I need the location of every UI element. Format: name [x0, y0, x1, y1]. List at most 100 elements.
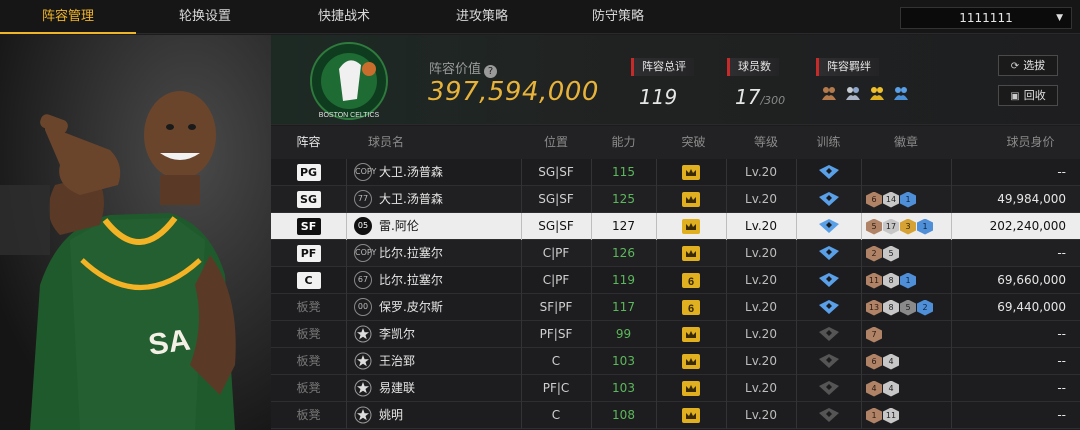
- bond-bronze-icon[interactable]: [820, 84, 838, 102]
- tab-defense[interactable]: 防守策略: [550, 0, 686, 34]
- top-nav: 阵容管理 轮换设置 快捷战术 进攻策略 防守策略 1111111 ▼: [0, 0, 1080, 34]
- column-divider: [861, 321, 862, 348]
- position-slot-badge: SF: [296, 218, 321, 235]
- player-name[interactable]: 雷.阿伦: [379, 213, 419, 240]
- tab-rotation[interactable]: 轮换设置: [136, 0, 274, 34]
- player-name[interactable]: 大卫.汤普森: [379, 159, 443, 186]
- table-row[interactable]: 板凳 00 保罗.皮尔斯 SF|PF 117 6 Lv.20 13 8 5 2 69,440,000: [271, 294, 1080, 321]
- training-icon[interactable]: [796, 240, 861, 267]
- slot-cell[interactable]: SF: [271, 213, 346, 240]
- bond-gold-icon[interactable]: [868, 84, 886, 102]
- bench-slot[interactable]: 板凳: [271, 375, 346, 402]
- position-slot-badge: PF: [296, 245, 321, 262]
- bench-slot[interactable]: 板凳: [271, 402, 346, 429]
- training-icon[interactable]: [796, 294, 861, 321]
- badge-list[interactable]: 6 14 1: [866, 186, 916, 213]
- tab-offense[interactable]: 进攻策略: [414, 0, 550, 34]
- player-level: Lv.20: [745, 273, 777, 287]
- table-row[interactable]: SF 05 雷.阿伦 SG|SF 127 Lv.20 5 17 3 1 202,240,000: [271, 213, 1080, 240]
- badge-list[interactable]: 64: [866, 348, 899, 375]
- lineup-value: 397,594,000: [428, 77, 599, 107]
- badge-hex-icon: 1: [900, 272, 916, 289]
- slot-cell[interactable]: PG: [271, 159, 346, 186]
- chevron-down-icon: ▼: [1056, 13, 1063, 23]
- account-dropdown[interactable]: 1111111 ▼: [900, 7, 1072, 29]
- badge-hex-icon: 4: [883, 353, 899, 370]
- badge-hex-icon: 5: [900, 299, 916, 316]
- training-icon[interactable]: [796, 402, 861, 429]
- table-row[interactable]: 板凳 李凯尔 PF|SF 99 Lv.20 7 --: [271, 321, 1080, 348]
- breakthrough-crown-icon: [656, 321, 726, 348]
- table-row[interactable]: 板凳 王治郅 C 103 Lv.20 6 4 --: [271, 348, 1080, 375]
- header-ability[interactable]: 能力: [591, 126, 656, 159]
- header-price[interactable]: 球员身价: [981, 126, 1080, 159]
- table-row[interactable]: 板凳 姚明 C 108 Lv.20 1 11 --: [271, 402, 1080, 429]
- training-icon[interactable]: [796, 375, 861, 402]
- header-training[interactable]: 训练: [796, 126, 861, 159]
- table-row[interactable]: PF COPY 比尔.拉塞尔 C|PF 126 Lv.20 2 5 --: [271, 240, 1080, 267]
- badge-list[interactable]: 1 11: [866, 402, 899, 429]
- training-icon[interactable]: [796, 186, 861, 213]
- player-price: --: [1057, 165, 1066, 179]
- slot-cell[interactable]: PF: [271, 240, 346, 267]
- player-name[interactable]: 易建联: [379, 375, 415, 402]
- badge-list[interactable]: 5 17 3 1: [866, 213, 933, 240]
- bond-silver-icon[interactable]: [844, 84, 862, 102]
- player-ability: 119: [612, 273, 635, 287]
- badge-list[interactable]: 11 8 1: [866, 267, 916, 294]
- player-name[interactable]: 姚明: [379, 402, 403, 429]
- training-icon[interactable]: [796, 321, 861, 348]
- tab-lineup[interactable]: 阵容管理: [0, 0, 136, 34]
- player-name[interactable]: 比尔.拉塞尔: [379, 240, 443, 267]
- player-position: C: [551, 354, 561, 368]
- player-name[interactable]: 李凯尔: [379, 321, 415, 348]
- badge-list[interactable]: 13 8 5 2: [866, 294, 933, 321]
- slot-cell[interactable]: C: [271, 267, 346, 294]
- player-name[interactable]: 王治郅: [379, 348, 415, 375]
- select-button[interactable]: ⟳ 选拔: [998, 55, 1058, 76]
- player-name[interactable]: 保罗.皮尔斯: [379, 294, 443, 321]
- badge-hex-icon: 8: [883, 299, 899, 316]
- training-icon[interactable]: [796, 348, 861, 375]
- table-row[interactable]: 板凳 易建联 PF|C 103 Lv.20 4 4 --: [271, 375, 1080, 402]
- tab-quick-tactics[interactable]: 快捷战术: [274, 0, 414, 34]
- badge-hex-icon: 8: [883, 272, 899, 289]
- header-slot[interactable]: 阵容: [271, 126, 346, 159]
- bench-slot[interactable]: 板凳: [271, 294, 346, 321]
- column-divider: [861, 375, 862, 402]
- column-divider: [861, 402, 862, 429]
- badge-hex-icon: 5: [883, 245, 899, 262]
- player-name[interactable]: 大卫.汤普森: [379, 186, 443, 213]
- breakthrough-crown-icon: [656, 375, 726, 402]
- badge-hex-icon: 3: [900, 218, 916, 235]
- table-row[interactable]: C 67 比尔.拉塞尔 C|PF 119 6 Lv.20 11 8 1 69,660,000: [271, 267, 1080, 294]
- breakthrough-crown-icon: [656, 213, 726, 240]
- bond-blue-icon[interactable]: [892, 84, 910, 102]
- table-row[interactable]: PG COPY 大卫.汤普森 SG|SF 115 Lv.20 --: [271, 159, 1080, 186]
- jersey-number-badge: COPY: [353, 240, 376, 267]
- badge-hex-icon: 4: [883, 380, 899, 397]
- celtics-logo-icon: BOSTON CELTICS: [310, 42, 388, 120]
- header-position[interactable]: 位置: [521, 126, 591, 159]
- column-divider: [861, 267, 862, 294]
- svg-text:SA: SA: [146, 323, 192, 361]
- header-level[interactable]: 等级: [726, 126, 806, 159]
- header-badges[interactable]: 徽章: [866, 126, 946, 159]
- training-icon[interactable]: [796, 213, 861, 240]
- slot-cell[interactable]: SG: [271, 186, 346, 213]
- badge-list[interactable]: 25: [866, 240, 899, 267]
- player-name[interactable]: 比尔.拉塞尔: [379, 267, 443, 294]
- column-divider: [861, 213, 862, 240]
- breakthrough-crown-icon: [656, 240, 726, 267]
- header-name[interactable]: 球员名: [346, 126, 426, 159]
- bench-slot[interactable]: 板凳: [271, 321, 346, 348]
- table-row[interactable]: SG 77 大卫.汤普森 SG|SF 125 Lv.20 6 14 1 49,984,000: [271, 186, 1080, 213]
- badge-list[interactable]: 7: [866, 321, 882, 348]
- bench-slot[interactable]: 板凳: [271, 348, 346, 375]
- header-breakthrough[interactable]: 突破: [656, 126, 731, 159]
- recycle-button[interactable]: ▣ 回收: [998, 85, 1058, 106]
- badge-list[interactable]: 44: [866, 375, 899, 402]
- players-count-stat: 球员数 17/300: [727, 55, 785, 109]
- training-icon[interactable]: [796, 159, 861, 186]
- training-icon[interactable]: [796, 267, 861, 294]
